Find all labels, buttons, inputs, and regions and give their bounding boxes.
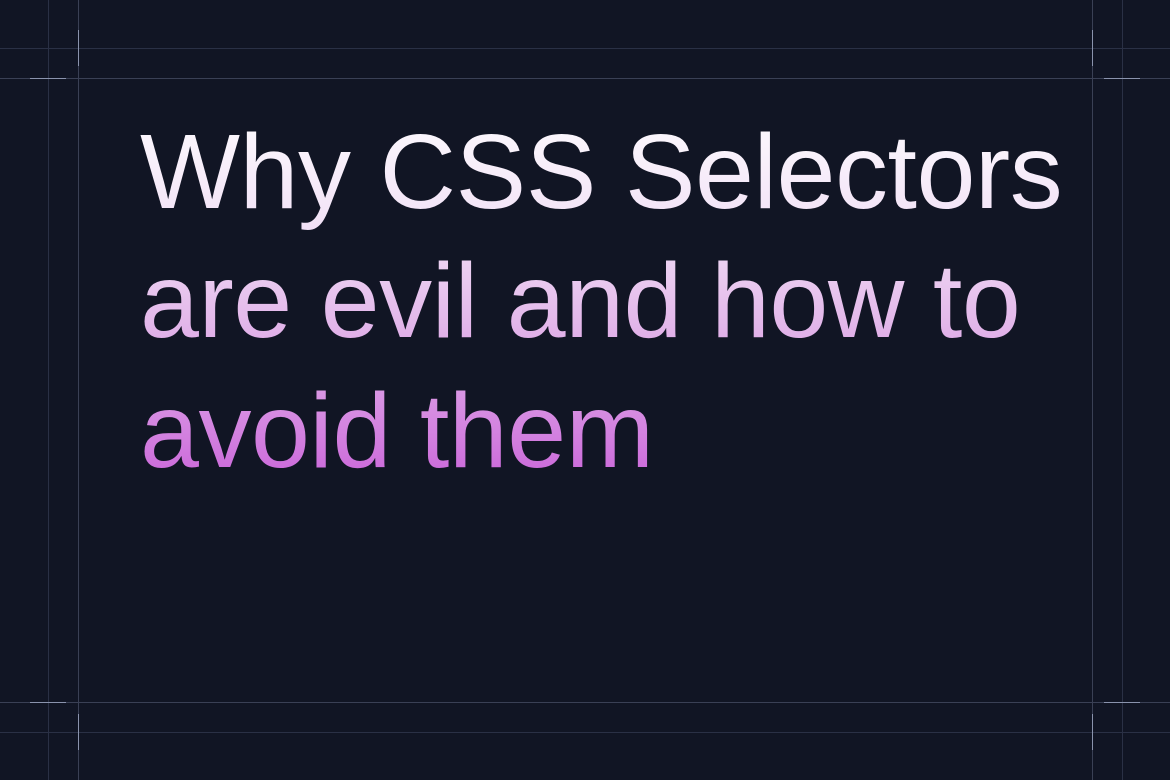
guide-vertical-inner-left xyxy=(78,0,79,780)
crop-tick xyxy=(78,30,79,66)
guide-horizontal-inner-bottom xyxy=(0,702,1170,703)
guide-vertical-outer-right xyxy=(1122,0,1123,780)
crop-tick xyxy=(1092,714,1093,750)
guide-horizontal-outer-bottom xyxy=(0,732,1170,733)
crop-tick xyxy=(30,78,66,79)
crop-tick xyxy=(1104,78,1140,79)
crop-tick xyxy=(1104,702,1140,703)
crop-tick xyxy=(1092,30,1093,66)
guide-vertical-outer-left xyxy=(48,0,49,780)
guide-vertical-inner-right xyxy=(1092,0,1093,780)
crop-tick xyxy=(30,702,66,703)
title-container: Why CSS Selectors are evil and how to av… xyxy=(140,108,1090,496)
guide-horizontal-inner-top xyxy=(0,78,1170,79)
crop-tick xyxy=(78,714,79,750)
article-title: Why CSS Selectors are evil and how to av… xyxy=(140,108,1090,496)
guide-horizontal-outer-top xyxy=(0,48,1170,49)
